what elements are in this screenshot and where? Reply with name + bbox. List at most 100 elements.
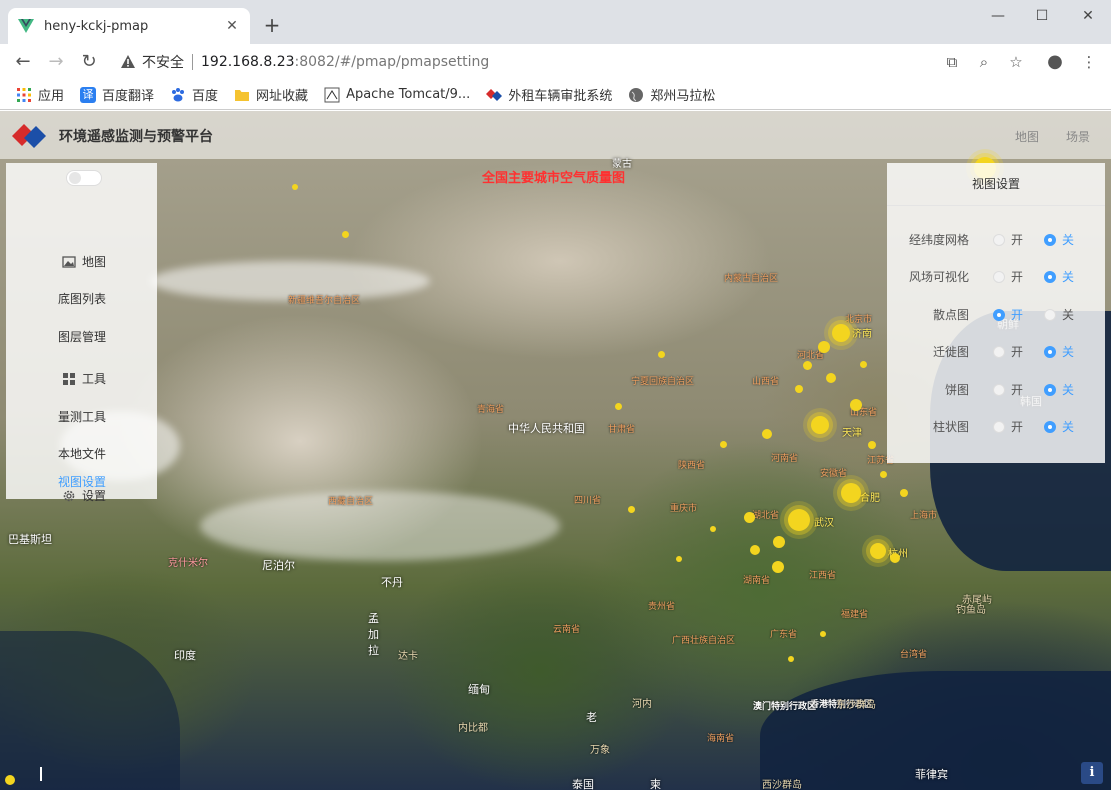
minimize-icon[interactable]: — [983, 8, 1013, 26]
radio-dot [1044, 383, 1056, 396]
aqi-bubble[interactable] [292, 184, 298, 190]
account-icon[interactable]: ● [1045, 52, 1065, 72]
aqi-bubble[interactable] [820, 631, 826, 637]
header-link-map[interactable]: 地图 [1015, 128, 1039, 145]
radio-on[interactable]: 开 [993, 231, 1023, 248]
maximize-icon[interactable]: ☐ [1027, 8, 1057, 26]
radio-on[interactable]: 开 [993, 343, 1023, 360]
aqi-bubble[interactable] [342, 231, 349, 238]
aqi-bubble[interactable] [710, 526, 716, 532]
map-label-wuhan: 武汉 [814, 518, 834, 529]
aqi-bubble[interactable] [860, 361, 867, 368]
aqi-bubble[interactable] [826, 373, 836, 383]
radio-label: 关 [1062, 345, 1075, 359]
bookmark-baidu[interactable]: 百度 [170, 85, 218, 104]
header-link-scene[interactable]: 场景 [1066, 128, 1090, 145]
browser-tab[interactable]: heny-kckj-pmap ✕ [8, 8, 250, 44]
bookmark-rental-system[interactable]: 外租车辆审批系统 [486, 85, 612, 104]
bookmark-baidu-translate[interactable]: 译 百度翻译 [80, 85, 154, 104]
aqi-bubble[interactable] [890, 553, 900, 563]
view-settings-panel: 视图设置 经纬度网格 开 关 风场可视化 开 关 散点图 开 关 迁徙图 开 关… [887, 163, 1105, 463]
menu-group-map[interactable]: 地图 [62, 253, 106, 270]
new-tab-button[interactable]: + [262, 15, 282, 35]
radio-off[interactable]: 关 [1044, 231, 1074, 248]
bookmark-apps[interactable]: 应用 [16, 85, 64, 104]
radio-on[interactable]: 开 [993, 418, 1023, 435]
map-viewport[interactable]: 环境遥感监测与预警平台 地图 场景 全国主要城市空气质量图 中华人民共和国 蒙古… [0, 111, 1111, 790]
vue-logo-icon [18, 19, 34, 33]
tomcat-icon [324, 87, 340, 102]
bookmark-tomcat[interactable]: Apache Tomcat/9... [324, 87, 470, 103]
radio-on[interactable]: 开 [993, 381, 1023, 398]
radio-on[interactable]: 开 [993, 268, 1023, 285]
back-arrow-icon[interactable]: ← [12, 51, 34, 73]
aqi-bubble[interactable] [720, 441, 727, 448]
aqi-bubble[interactable] [900, 489, 908, 497]
info-icon[interactable]: i [1081, 762, 1103, 784]
menu-item-basemap-list[interactable]: 底图列表 [58, 290, 106, 307]
bookmark-folder[interactable]: 网址收藏 [234, 85, 308, 104]
radio-label: 关 [1062, 420, 1075, 434]
map-label-hunan: 湖南省 [743, 576, 771, 586]
setting-label: 散点图 [932, 308, 969, 322]
bookmark-marathon[interactable]: 郑州马拉松 [628, 85, 715, 104]
radio-dot [1044, 308, 1056, 321]
translate-page-icon[interactable]: ⧉ [942, 52, 962, 72]
menu-item-local-file[interactable]: 本地文件 [58, 445, 106, 462]
menu-item-layer-manage[interactable]: 图层管理 [58, 328, 106, 345]
aqi-bubble[interactable] [818, 341, 830, 353]
forward-arrow-icon[interactable]: → [45, 51, 67, 73]
radio-off[interactable]: 关 [1044, 418, 1074, 435]
map-label-neimenggu: 内蒙古自治区 [724, 274, 779, 284]
nav-collapse-toggle[interactable] [66, 170, 102, 186]
radio-off[interactable]: 关 [1044, 306, 1074, 323]
menu-group-tools[interactable]: 工具 [62, 370, 106, 387]
radio-off[interactable]: 关 [1044, 343, 1074, 360]
map-label-xinjiang: 新疆维吾尔自治区 [288, 296, 361, 306]
menu-item-measure-tool[interactable]: 量测工具 [58, 408, 106, 425]
menu-item-view-settings[interactable]: 视图设置 [58, 473, 106, 490]
aqi-bubble[interactable] [868, 441, 876, 449]
window-close-icon[interactable]: ✕ [1073, 8, 1103, 26]
bookmark-star-icon[interactable]: ☆ [1006, 52, 1026, 72]
map-label-macau: 澳门特别行政区 [753, 702, 817, 712]
aqi-bubble[interactable] [841, 483, 861, 503]
aqi-bubble[interactable] [880, 471, 887, 478]
radio-off[interactable]: 关 [1044, 381, 1074, 398]
aqi-bubble[interactable] [832, 324, 850, 342]
aqi-bubble[interactable] [762, 429, 772, 439]
map-label-guangdong: 广东省 [770, 630, 798, 640]
menu-dots-icon[interactable]: ⋮ [1079, 52, 1099, 72]
setting-label: 饼图 [944, 383, 969, 397]
aqi-bubble[interactable] [744, 512, 755, 523]
address-bar[interactable]: 不安全 192.168.8.23 :8082/#/pmap/pmapsettin… [112, 49, 932, 75]
aqi-bubble[interactable] [870, 543, 886, 559]
aqi-bubble[interactable] [795, 385, 803, 393]
radio-label: 关 [1062, 233, 1075, 247]
aqi-bubble[interactable] [773, 536, 785, 548]
zoom-icon[interactable]: ⌕ [974, 52, 994, 72]
radio-label: 开 [1011, 270, 1024, 284]
map-label-bhutan: 不丹 [381, 576, 403, 589]
radio-label: 开 [1011, 308, 1024, 322]
aqi-bubble[interactable] [788, 509, 810, 531]
aqi-bubble[interactable] [628, 506, 635, 513]
aqi-bubble[interactable] [803, 361, 812, 370]
aqi-bubble[interactable] [750, 545, 760, 555]
radio-off[interactable]: 关 [1044, 268, 1074, 285]
aqi-bubble[interactable] [658, 351, 665, 358]
map-label-gansu: 甘肃省 [608, 425, 636, 435]
reload-icon[interactable]: ↻ [78, 51, 100, 73]
aqi-bubble[interactable] [615, 403, 622, 410]
aqi-bubble[interactable] [772, 561, 784, 573]
radio-dot [1044, 420, 1056, 433]
aqi-bubble[interactable] [676, 556, 682, 562]
radio-on[interactable]: 开 [993, 306, 1023, 323]
bookmark-label: 郑州马拉松 [650, 89, 716, 104]
aqi-bubble[interactable] [811, 416, 829, 434]
tab-close-icon[interactable]: ✕ [224, 18, 240, 34]
aqi-bubble[interactable] [850, 399, 862, 411]
aqi-bubble[interactable] [788, 656, 794, 662]
radio-dot [1044, 345, 1056, 358]
globe-icon [629, 87, 644, 102]
